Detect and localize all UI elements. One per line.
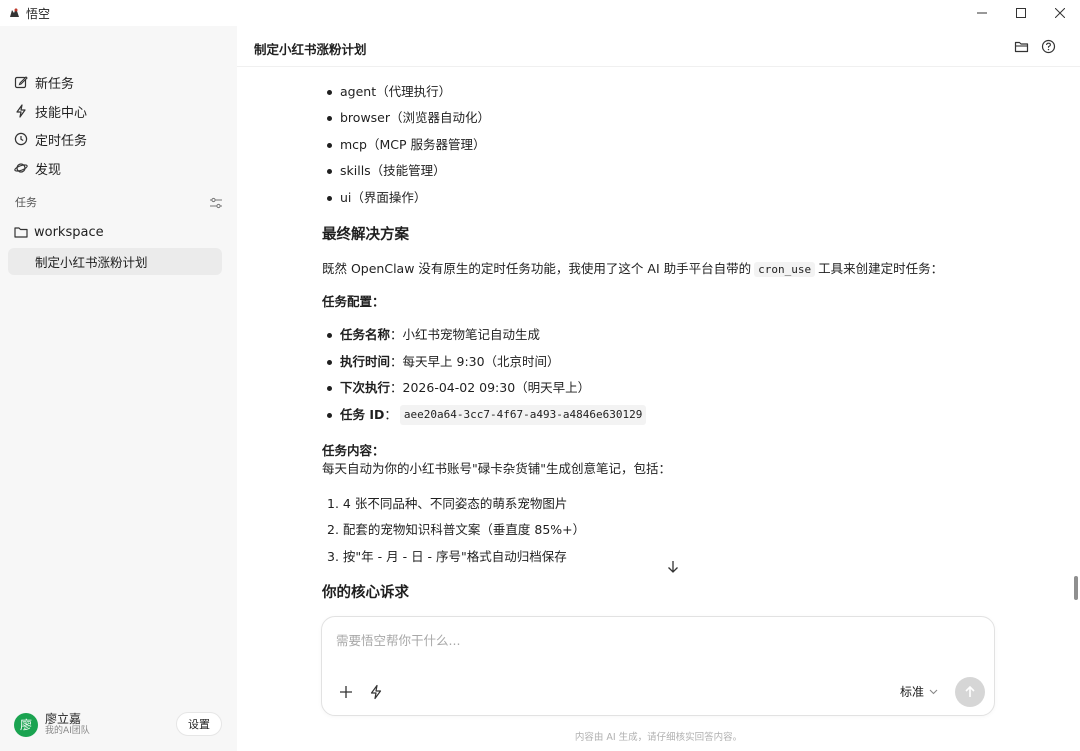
plus-icon[interactable] xyxy=(338,684,354,700)
content-description: 每天自动为你的小红书账号"碌卡杂货铺"生成创意笔记，包括： xyxy=(322,461,672,476)
config-value: ：2026-04-02 09:30（明天早上） xyxy=(390,380,591,395)
config-item: 任务 ID： aee20a64-3cc7-4f67-a493-a4846e6301… xyxy=(326,405,649,425)
chat-content: agent（代理执行） browser（浏览器自动化） mcp（MCP 服务器管… xyxy=(322,67,1002,607)
config-item: 下次执行 ：2026-04-02 09:30（明天早上） xyxy=(326,379,591,397)
config-key: 执行时间 xyxy=(340,354,391,369)
main-header: 制定小红书涨粉计划 xyxy=(237,26,1080,67)
app-title: 悟空 xyxy=(26,7,51,21)
config-item: 执行时间 ：每天早上 9:30（北京时间） xyxy=(327,353,560,371)
folder-open-icon[interactable] xyxy=(1014,39,1029,54)
disclaimer-text: 内容由 AI 生成，请仔细核实回答内容。 xyxy=(574,732,743,743)
nav-new-task-label: 新任务 xyxy=(35,76,75,92)
nav-skills-label: 技能中心 xyxy=(35,105,88,121)
lightning-icon xyxy=(16,104,26,118)
sidebar: 新任务 技能中心 定时任务 发现 任务 workspace 制定小红书涨粉计划 … xyxy=(0,26,237,751)
task-item-label: 制定小红书涨粉计划 xyxy=(35,255,148,270)
list-item: 1. 4 张不同品种、不同姿态的萌系宠物图片 xyxy=(327,496,568,511)
send-button[interactable] xyxy=(955,677,985,707)
task-item-active[interactable]: 制定小红书涨粉计划 xyxy=(8,248,222,275)
list-item: mcp（MCP 服务器管理） xyxy=(327,137,486,152)
filter-settings-icon[interactable] xyxy=(209,196,223,210)
edit-icon xyxy=(14,76,28,89)
content-label: 任务内容： xyxy=(322,443,385,458)
nav-discover[interactable]: 发现 xyxy=(14,157,61,179)
list-item: 2. 配套的宠物知识科普文案（垂直度 85%+） xyxy=(327,522,586,537)
minimize-button[interactable] xyxy=(965,0,999,26)
maximize-button[interactable] xyxy=(1004,0,1038,26)
arrow-up-icon xyxy=(965,685,975,697)
user-name: 廖立嘉 xyxy=(45,712,82,726)
clock-icon xyxy=(14,132,28,146)
nav-scheduled[interactable]: 定时任务 xyxy=(14,128,87,150)
heading-core-needs: 你的核心诉求 xyxy=(322,585,409,601)
scroll-down-icon[interactable] xyxy=(665,559,681,575)
folder-label: workspace xyxy=(34,224,104,240)
config-key: 下次执行 xyxy=(340,380,391,395)
app-logo-icon xyxy=(10,8,19,17)
lightning-icon[interactable] xyxy=(368,684,384,700)
minimize-icon xyxy=(977,12,987,14)
inline-code: cron_use xyxy=(754,262,816,277)
list-item: ui（界面操作） xyxy=(326,190,427,205)
config-key: 任务名称 xyxy=(340,327,391,342)
config-label: 任务配置： xyxy=(322,294,385,309)
heading-final-solution: 最终解决方案 xyxy=(322,227,409,243)
mode-label: 标准 xyxy=(900,685,925,699)
close-icon xyxy=(1055,8,1065,18)
config-value: ：小红书宠物笔记自动生成 xyxy=(390,327,541,342)
mode-select[interactable]: 标准 xyxy=(900,683,938,700)
folder-workspace[interactable]: workspace xyxy=(14,221,104,243)
nav-skills[interactable]: 技能中心 xyxy=(14,100,87,122)
folder-icon xyxy=(14,227,28,238)
chevron-down-icon xyxy=(929,689,938,695)
chat-input[interactable] xyxy=(336,629,976,651)
nav-new-task[interactable]: 新任务 xyxy=(14,71,74,93)
chat-input-box: 标准 xyxy=(321,616,995,716)
intro-text-end: 工具来创建定时任务： xyxy=(818,261,944,276)
list-item: skills（技能管理） xyxy=(327,163,446,178)
list-item: agent（代理执行） xyxy=(326,84,452,99)
intro-paragraph: 既然 OpenClaw 没有原生的定时任务功能，我使用了这个 AI 助手平台自带… xyxy=(322,260,943,279)
avatar: 廖 xyxy=(14,712,38,737)
scrollbar-thumb[interactable] xyxy=(1074,576,1078,600)
maximize-icon xyxy=(1016,8,1026,18)
close-button[interactable] xyxy=(1043,0,1077,26)
main-panel: 制定小红书涨粉计划 agent（代理执行） browser（浏览器自动化） mc… xyxy=(237,26,1080,751)
page-title: 制定小红书涨粉计划 xyxy=(254,42,367,57)
task-id-code: aee20a64-3cc7-4f67-a493-a4846e630129 xyxy=(399,405,647,425)
intro-text: 既然 OpenClaw 没有原生的定时任务功能，我使用了这个 AI 助手平台自带… xyxy=(322,261,752,276)
list-item: 3. 按"年 - 月 - 日 - 序号"格式自动归档保存 xyxy=(327,549,567,564)
config-value: ：每天早上 9:30（北京时间） xyxy=(390,354,560,369)
nav-scheduled-label: 定时任务 xyxy=(35,133,88,149)
tasks-section-label: 任务 xyxy=(15,196,37,209)
user-subtitle: 我的AI团队 xyxy=(45,726,90,736)
config-key: 任务 ID xyxy=(340,407,385,422)
title-bar: 悟空 xyxy=(0,0,1080,26)
list-item: browser（浏览器自动化） xyxy=(326,110,491,125)
nav-discover-label: 发现 xyxy=(35,162,62,178)
settings-button[interactable]: 设置 xyxy=(176,712,222,736)
config-value: ： xyxy=(384,407,397,422)
user-profile[interactable]: 廖 廖立嘉 我的AI团队 xyxy=(14,712,90,737)
planet-icon xyxy=(14,163,28,173)
config-item: 任务名称 ：小红书宠物笔记自动生成 xyxy=(326,326,541,344)
help-icon[interactable] xyxy=(1041,39,1056,54)
